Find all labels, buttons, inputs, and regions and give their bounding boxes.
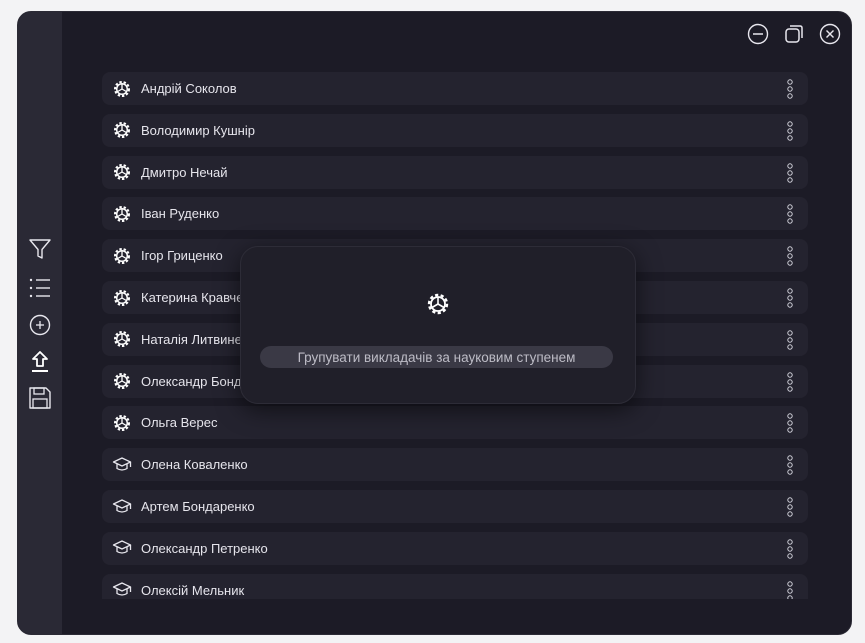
graduation-cap-icon — [111, 454, 133, 476]
list-view-button[interactable] — [26, 274, 54, 302]
minimize-button[interactable] — [746, 22, 770, 46]
gear-icon — [111, 412, 133, 434]
list-icon — [29, 278, 50, 298]
graduation-cap-icon — [111, 496, 133, 518]
gear-icon — [111, 245, 133, 267]
close-button[interactable] — [818, 22, 842, 46]
minimize-icon — [747, 23, 769, 45]
more-options-icon[interactable] — [786, 245, 794, 267]
save-icon — [29, 387, 51, 409]
close-icon — [819, 23, 841, 45]
more-options-icon[interactable] — [786, 412, 794, 434]
group-by-degree-button[interactable]: Групувати викладачів за науковим ступене… — [260, 346, 613, 368]
add-button[interactable] — [26, 311, 54, 339]
more-options-icon[interactable] — [786, 329, 794, 351]
teacher-name: Олександр Петренко — [141, 540, 268, 556]
more-options-icon[interactable] — [786, 371, 794, 393]
gear-icon — [111, 119, 133, 141]
more-options-icon[interactable] — [786, 580, 794, 599]
list-item[interactable]: Олександр Петренко — [102, 531, 808, 565]
group-popup: Групувати викладачів за науковим ступене… — [240, 246, 636, 404]
upload-button[interactable] — [26, 348, 54, 376]
gear-icon — [111, 370, 133, 392]
filter-icon — [29, 239, 51, 259]
teacher-name: Олена Коваленко — [141, 457, 248, 473]
graduation-cap-icon — [111, 579, 133, 599]
teacher-name: Володимир Кушнір — [141, 122, 255, 138]
restore-icon — [785, 25, 803, 43]
list-item[interactable]: Андрій Соколов — [102, 72, 808, 105]
gear-icon — [427, 293, 449, 315]
restore-button[interactable] — [782, 22, 806, 46]
more-options-icon[interactable] — [786, 120, 794, 142]
upload-icon — [32, 351, 48, 372]
list-item[interactable]: Дмитро Нечай — [102, 155, 808, 189]
teacher-name: Олексій Мельник — [141, 582, 245, 598]
list-item[interactable]: Ольга Верес — [102, 406, 808, 440]
gear-icon — [111, 203, 133, 225]
gear-icon — [111, 287, 133, 309]
app-window: Андрій Соколов Володимир Кушнір Дмитро Н… — [17, 11, 852, 635]
save-button[interactable] — [26, 384, 54, 412]
gear-icon — [111, 78, 133, 100]
gear-icon — [111, 328, 133, 350]
teacher-name: Олександр Бондар — [141, 373, 256, 389]
teacher-name: Дмитро Нечай — [141, 164, 228, 180]
list-item[interactable]: Олена Коваленко — [102, 448, 808, 482]
teacher-name: Ігор Гриценко — [141, 248, 223, 264]
teacher-name: Ольга Верес — [141, 415, 218, 431]
graduation-cap-icon — [111, 537, 133, 559]
more-options-icon[interactable] — [786, 162, 794, 184]
gear-icon — [111, 161, 133, 183]
teacher-name: Андрій Соколов — [141, 81, 237, 96]
sidebar — [18, 12, 62, 634]
more-options-icon[interactable] — [786, 287, 794, 309]
more-options-icon[interactable] — [786, 203, 794, 225]
more-options-icon[interactable] — [786, 78, 794, 100]
add-circle-icon — [29, 314, 51, 336]
list-item[interactable]: Олексій Мельник — [102, 573, 808, 599]
filter-button[interactable] — [26, 235, 54, 263]
list-item[interactable]: Володимир Кушнір — [102, 113, 808, 147]
more-options-icon[interactable] — [786, 538, 794, 560]
teacher-name: Артем Бондаренко — [141, 499, 255, 514]
teacher-name: Іван Руденко — [141, 206, 220, 222]
more-options-icon[interactable] — [786, 496, 794, 518]
list-item[interactable]: Артем Бондаренко — [102, 490, 808, 523]
list-item[interactable]: Іван Руденко — [102, 197, 808, 231]
more-options-icon[interactable] — [786, 454, 794, 476]
